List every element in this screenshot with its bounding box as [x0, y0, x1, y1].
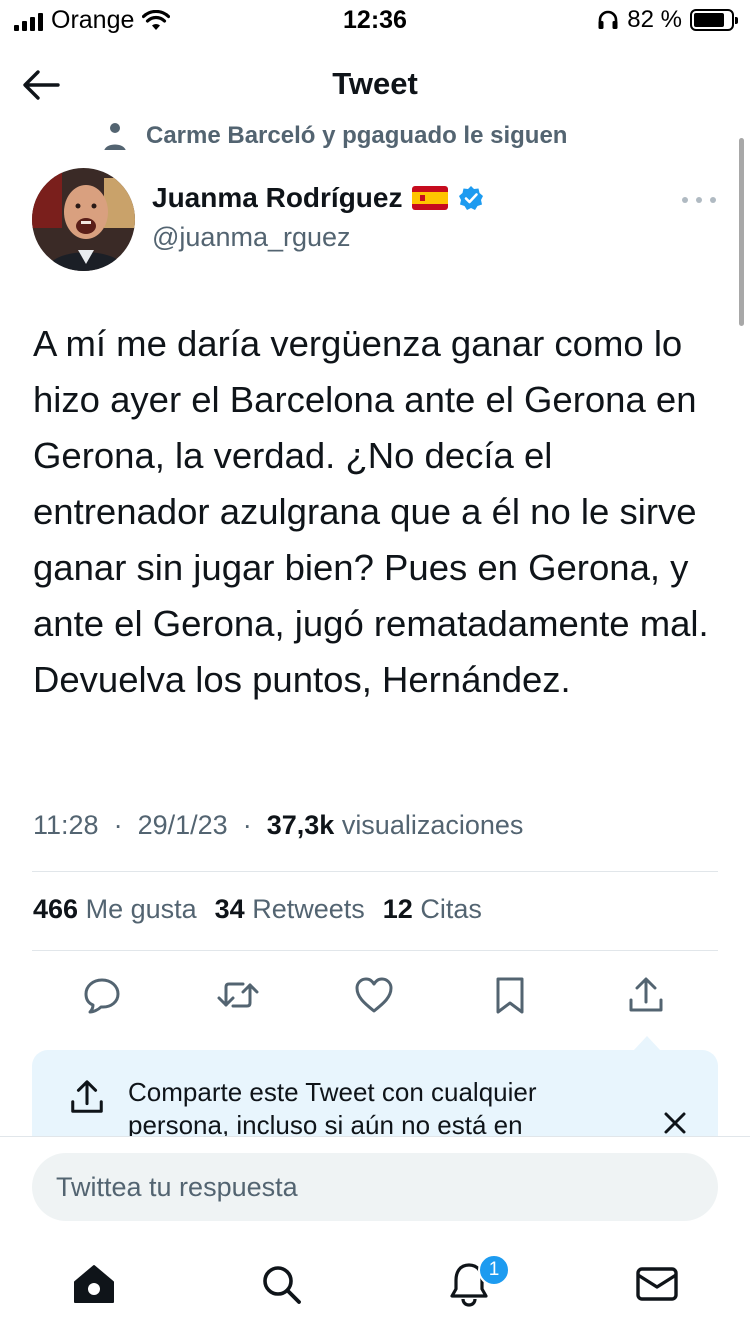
- retweets-stat[interactable]: 34 Retweets: [215, 894, 365, 925]
- retweet-button[interactable]: [213, 970, 263, 1020]
- author-name-row[interactable]: Juanma Rodríguez: [152, 182, 484, 214]
- share-icon: [629, 977, 663, 1012]
- quotes-stat[interactable]: 12 Citas: [383, 894, 482, 925]
- status-bar: Orange 12:36 82 %: [0, 0, 750, 44]
- tweet-actions: [0, 970, 750, 1020]
- search-icon: [263, 1266, 301, 1304]
- like-button[interactable]: [349, 970, 399, 1020]
- tweet-meta: 11:28 · 29/1/23 · 37,3k visualizaciones: [33, 810, 523, 841]
- avatar[interactable]: [32, 168, 135, 271]
- tip-arrow: [633, 1036, 661, 1051]
- meta-separator: ·: [106, 810, 131, 840]
- share-button[interactable]: [621, 970, 671, 1020]
- share-tip-text: Comparte este Tweet con cualquier person…: [128, 1077, 537, 1136]
- avatar-image: [32, 168, 135, 271]
- author-handle[interactable]: @juanma_rguez: [152, 222, 351, 253]
- home-icon: [74, 1265, 114, 1303]
- reply-input[interactable]: Twittea tu respuesta: [32, 1153, 718, 1221]
- social-context[interactable]: Carme Barceló y pgaguado le siguen: [100, 120, 567, 150]
- author-name: Juanma Rodríguez: [152, 182, 403, 213]
- reply-icon: [84, 978, 120, 1014]
- tab-home[interactable]: [69, 1256, 119, 1312]
- tweet-stats: 466 Me gusta 34 Retweets 12 Citas: [33, 894, 482, 925]
- person-icon: [104, 123, 126, 150]
- tweet-date[interactable]: 29/1/23: [138, 810, 228, 840]
- battery-level: [694, 13, 724, 27]
- status-right: 82 %: [597, 6, 738, 34]
- retweets-label: Retweets: [252, 894, 365, 924]
- share-icon: [71, 1080, 103, 1113]
- divider: [32, 950, 718, 951]
- header: Tweet: [0, 52, 750, 116]
- battery-percent: 82 %: [627, 6, 682, 33]
- likes-label: Me gusta: [85, 894, 197, 924]
- close-icon[interactable]: [662, 1110, 688, 1136]
- battery-icon: [690, 9, 738, 31]
- bookmark-button[interactable]: [485, 970, 535, 1020]
- like-icon: [355, 977, 393, 1013]
- social-context-text: Carme Barceló y pgaguado le siguen: [146, 122, 568, 149]
- meta-separator: ·: [235, 810, 260, 840]
- share-tip: Comparte este Tweet con cualquier person…: [32, 1050, 718, 1136]
- views-count: 37,3k: [266, 810, 335, 840]
- verified-badge-icon: [459, 186, 484, 210]
- views-label: visualizaciones: [341, 810, 524, 840]
- bookmark-icon: [496, 977, 524, 1014]
- page-title: Tweet: [332, 66, 418, 101]
- notification-badge: 1: [478, 1254, 510, 1286]
- headphones-icon: [598, 10, 618, 29]
- likes-stat[interactable]: 466 Me gusta: [33, 894, 197, 925]
- reply-button[interactable]: [77, 970, 127, 1020]
- spain-flag-icon: [412, 186, 449, 210]
- retweet-icon: [217, 982, 259, 1008]
- divider: [32, 871, 718, 872]
- likes-count: 466: [33, 894, 79, 924]
- more-options-button[interactable]: [682, 190, 716, 210]
- tweet-time: 11:28: [33, 810, 99, 840]
- retweets-count: 34: [214, 894, 245, 924]
- scrollbar[interactable]: [739, 138, 744, 326]
- more-dot-icon: [710, 197, 716, 203]
- quotes-label: Citas: [420, 894, 482, 924]
- tab-bar: [0, 1256, 750, 1316]
- tab-messages[interactable]: [632, 1256, 682, 1312]
- quotes-count: 12: [382, 894, 413, 924]
- more-dot-icon: [682, 197, 688, 203]
- more-dot-icon: [696, 197, 702, 203]
- tweet-text: A mí me daría vergüenza ganar como lo hi…: [33, 323, 709, 700]
- messages-icon: [636, 1267, 678, 1301]
- tab-search[interactable]: [256, 1256, 306, 1312]
